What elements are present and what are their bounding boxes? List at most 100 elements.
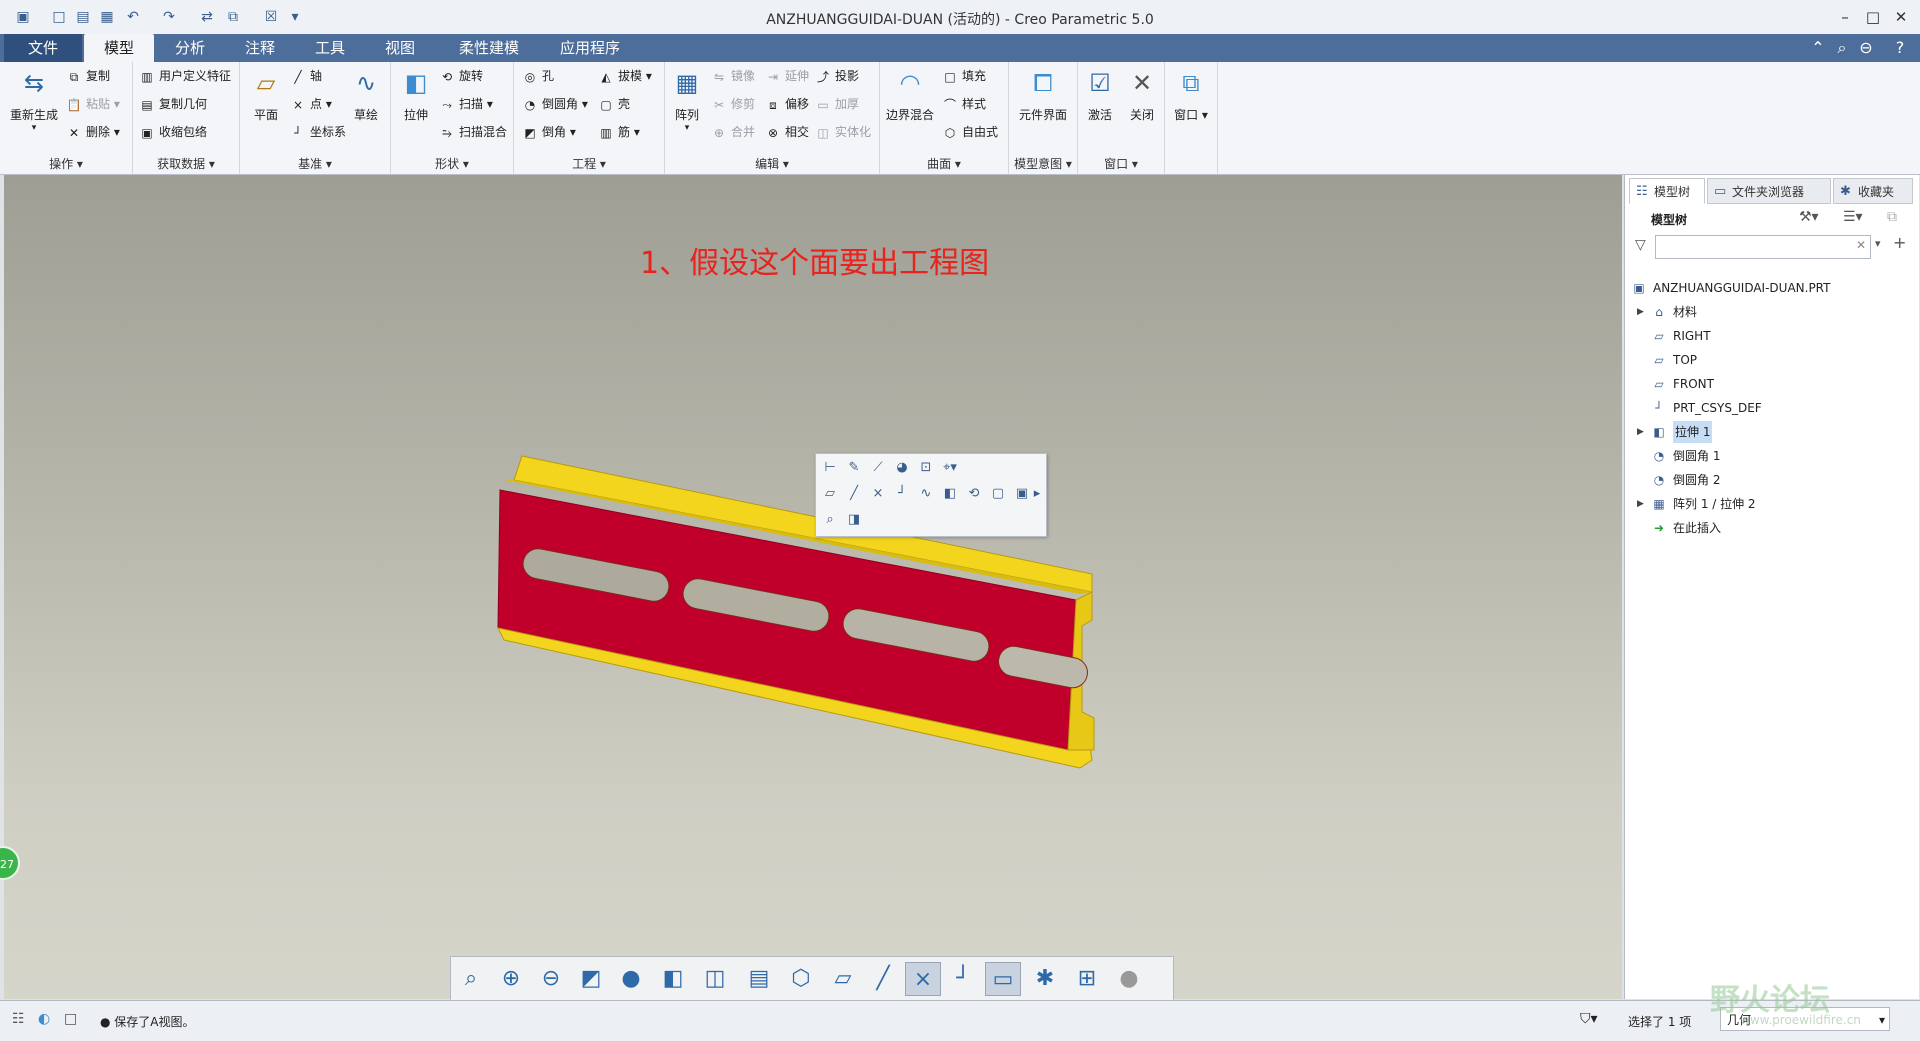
mirror-button[interactable]: ⇋ 镜像: [711, 66, 755, 86]
revolve-button[interactable]: ⟲ 旋转: [439, 66, 483, 86]
delete-button[interactable]: ✕ 删除 ▾: [66, 122, 120, 142]
component-interface-button[interactable]: ⧠ 元件界面: [1013, 66, 1073, 123]
copy-geometry-button[interactable]: ▤ 复制几何: [139, 94, 207, 114]
annotation-display-icon[interactable]: ▭: [985, 962, 1021, 996]
udf-button[interactable]: ▥ 用户定义特征: [139, 66, 231, 86]
pattern-button[interactable]: ▦ 阵列 ▾: [667, 66, 707, 133]
tab-flexible-modeling[interactable]: 柔性建模: [436, 34, 542, 62]
intersect-button[interactable]: ⊗ 相交: [765, 122, 809, 142]
tree-node[interactable]: ▶ ◧ 拉伸 1: [1625, 421, 1915, 443]
hole-mini-icon[interactable]: ▣: [1012, 484, 1032, 504]
tree-node[interactable]: ➜ 在此插入: [1625, 517, 1915, 539]
csys-mini-icon[interactable]: ┘: [892, 484, 912, 504]
group-label-operations[interactable]: 操作 ▾: [0, 155, 132, 172]
thicken-button[interactable]: ▭ 加厚: [815, 94, 859, 114]
regenerate-button[interactable]: ⇆ 重新生成 ▾: [6, 66, 62, 133]
smart-filter-icon[interactable]: ⛉▾: [1580, 1011, 1598, 1027]
spin-center-icon[interactable]: ✱: [1027, 962, 1063, 996]
sweep-button[interactable]: ⤳ 扫描 ▾: [439, 94, 493, 114]
group-label-window[interactable]: 窗口 ▾: [1078, 155, 1164, 172]
group-label-editing[interactable]: 编辑 ▾: [665, 155, 879, 172]
zoom-in-icon[interactable]: ⊕: [493, 962, 529, 996]
tree-node[interactable]: ▱ TOP: [1625, 349, 1915, 371]
close-icon[interactable]: ✕: [1886, 6, 1916, 28]
view-manager-icon[interactable]: ◫: [697, 962, 733, 996]
group-label-get-data[interactable]: 获取数据 ▾: [133, 155, 239, 172]
activate-button[interactable]: ☑ 激活: [1080, 66, 1120, 123]
plane-button[interactable]: ▱ 平面: [244, 66, 288, 123]
rib-button[interactable]: ▥ 筋 ▾: [598, 122, 640, 142]
draft-button[interactable]: ◭ 拔模 ▾: [598, 66, 651, 86]
group-label-surfaces[interactable]: 曲面 ▾: [880, 155, 1008, 172]
plane-display-icon[interactable]: ▱: [825, 962, 861, 996]
tab-annotate[interactable]: 注释: [226, 34, 294, 62]
search-icon[interactable]: ⌕: [1832, 38, 1852, 58]
extrude-button[interactable]: ◧ 拉伸: [395, 66, 437, 123]
plane-mini-icon[interactable]: ▱: [820, 484, 840, 504]
tab-tools[interactable]: 工具: [296, 34, 364, 62]
project-button[interactable]: ⤴ 投影: [815, 66, 859, 86]
help-center-icon[interactable]: ⊖: [1856, 38, 1876, 58]
hole-button[interactable]: ◎ 孔: [522, 66, 554, 86]
offset-button[interactable]: ⧈ 偏移: [765, 94, 809, 114]
point-button[interactable]: × 点 ▾: [290, 94, 332, 114]
tree-settings-icon[interactable]: ⚒▾: [1799, 209, 1819, 225]
search-dropdown-icon[interactable]: ▾: [1875, 237, 1881, 250]
repaint-icon[interactable]: ◩: [573, 962, 609, 996]
tab-folder-browser[interactable]: ▭ 文件夹浏览器: [1707, 178, 1831, 204]
explode-icon[interactable]: ⊞: [1069, 962, 1105, 996]
tree-node[interactable]: ▱ FRONT: [1625, 373, 1915, 395]
copy-button[interactable]: ⧉ 复制: [66, 66, 110, 86]
freestyle-button[interactable]: ⬡ 自由式: [942, 122, 998, 142]
sketch-button[interactable]: ∿ 草绘: [344, 66, 388, 123]
section-icon[interactable]: ⬡: [783, 962, 819, 996]
help-icon[interactable]: ?: [1890, 38, 1910, 58]
tree-filter-icon[interactable]: ⧉: [1887, 209, 1897, 225]
shrinkwrap-button[interactable]: ▣ 收缩包络: [139, 122, 207, 142]
extend-button[interactable]: ⇥ 延伸: [765, 66, 809, 86]
fullscreen-icon[interactable]: □: [64, 1011, 77, 1027]
fill-button[interactable]: □ 填充: [942, 66, 986, 86]
perspective-icon[interactable]: ▤: [741, 962, 777, 996]
saved-orientations-icon[interactable]: ◧: [655, 962, 691, 996]
display-style-icon[interactable]: ●: [613, 962, 649, 996]
refit-icon[interactable]: ⌕: [453, 962, 489, 996]
tab-model-tree[interactable]: ☷ 模型树: [1629, 178, 1705, 204]
tab-applications[interactable]: 应用程序: [544, 34, 636, 62]
expand-arrow-icon[interactable]: ▶: [1637, 421, 1644, 443]
tree-node[interactable]: ◔ 倒圆角 1: [1625, 445, 1915, 467]
trim-button[interactable]: ✂ 修剪: [711, 94, 755, 114]
tree-search-input[interactable]: ✕: [1655, 235, 1871, 259]
group-label-engineering[interactable]: 工程 ▾: [514, 155, 664, 172]
tree-node[interactable]: ◔ 倒圆角 2: [1625, 469, 1915, 491]
funnel-icon[interactable]: ▽: [1635, 237, 1646, 253]
group-label-datum[interactable]: 基准 ▾: [240, 155, 390, 172]
shell-mini-icon[interactable]: ▢: [988, 484, 1008, 504]
minimize-icon[interactable]: –: [1830, 6, 1860, 28]
tree-toggle-icon[interactable]: ☷: [12, 1011, 25, 1027]
tree-node[interactable]: ▶ ⌂ 材料: [1625, 301, 1915, 323]
swept-blend-button[interactable]: ⥲ 扫描混合: [439, 122, 507, 142]
style-button[interactable]: ⌒ 样式: [942, 94, 986, 114]
tab-model[interactable]: 模型: [84, 34, 154, 62]
dimension-icon[interactable]: ⊢: [820, 458, 840, 478]
shell-button[interactable]: ▢ 壳: [598, 94, 630, 114]
solidify-button[interactable]: ◫ 实体化: [815, 122, 871, 142]
round-button[interactable]: ◔ 倒圆角 ▾: [522, 94, 588, 114]
sketch-mini-icon[interactable]: ∿: [916, 484, 936, 504]
browser-toggle-icon[interactable]: ◐: [38, 1011, 50, 1027]
collapse-ribbon-icon[interactable]: ⌃: [1808, 38, 1828, 58]
boundary-blend-button[interactable]: ◠ 边界混合: [884, 66, 936, 123]
csys-button[interactable]: ┘ 坐标系: [290, 122, 346, 142]
point-display-icon[interactable]: ×: [905, 962, 941, 996]
shading-sphere-icon[interactable]: ●: [1111, 962, 1147, 996]
revolve-mini-icon[interactable]: ⟲: [964, 484, 984, 504]
select-box-icon[interactable]: ⊡: [916, 458, 936, 478]
zoom-out-icon[interactable]: ⊖: [533, 962, 569, 996]
csys-display-icon[interactable]: ┘: [945, 962, 981, 996]
measure-icon[interactable]: ⟋: [868, 458, 888, 478]
tab-favorites[interactable]: ✱ 收藏夹: [1833, 178, 1913, 204]
more-arrow-icon[interactable]: ▸: [1030, 484, 1044, 504]
group-label-model-intent[interactable]: 模型意图 ▾: [1009, 155, 1077, 172]
tree-columns-icon[interactable]: ☰▾: [1843, 209, 1863, 225]
